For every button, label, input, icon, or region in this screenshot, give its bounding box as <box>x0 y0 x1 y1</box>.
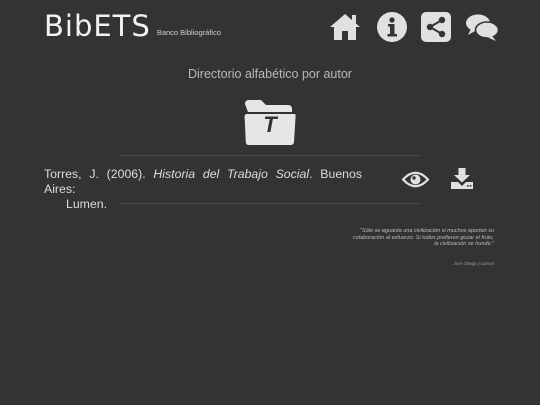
home-icon <box>330 14 360 40</box>
logo[interactable]: BibETS Banco Bibliográfico <box>44 10 221 42</box>
folder-letter: T <box>263 112 277 137</box>
reference-title: Historia del Trabajo Social <box>153 167 310 181</box>
reference-entry: Torres, J. (2006). Historia del Trabajo … <box>44 167 362 212</box>
divider-bottom <box>120 203 420 204</box>
logo-subtitle: Banco Bibliográfico <box>156 28 222 37</box>
home-button[interactable] <box>328 10 362 44</box>
eye-icon <box>402 171 429 188</box>
info-icon <box>377 12 407 42</box>
quote-author: José Ortega y Gasset <box>453 261 495 266</box>
reference-line-1: Torres, J. (2006). Historia del Trabajo … <box>44 167 362 197</box>
download-icon <box>451 168 473 189</box>
share-icon <box>421 12 451 42</box>
info-button[interactable] <box>375 10 409 44</box>
divider-top <box>120 155 420 156</box>
reference-publisher: Lumen. <box>66 197 108 211</box>
chat-button[interactable] <box>464 10 500 44</box>
reference-authors: Torres, J. (2006). <box>44 167 154 181</box>
chat-icon <box>466 14 500 41</box>
top-nav <box>328 10 500 44</box>
share-button[interactable] <box>419 10 453 44</box>
page-title: Directorio alfabético por autor <box>188 67 352 81</box>
quote-text: "Sólo se aguanta una civilización si muc… <box>353 228 494 248</box>
view-button[interactable] <box>402 170 429 189</box>
download-button[interactable] <box>450 167 474 190</box>
letter-folder: T <box>242 98 298 148</box>
logo-text: BibETS <box>44 9 151 43</box>
